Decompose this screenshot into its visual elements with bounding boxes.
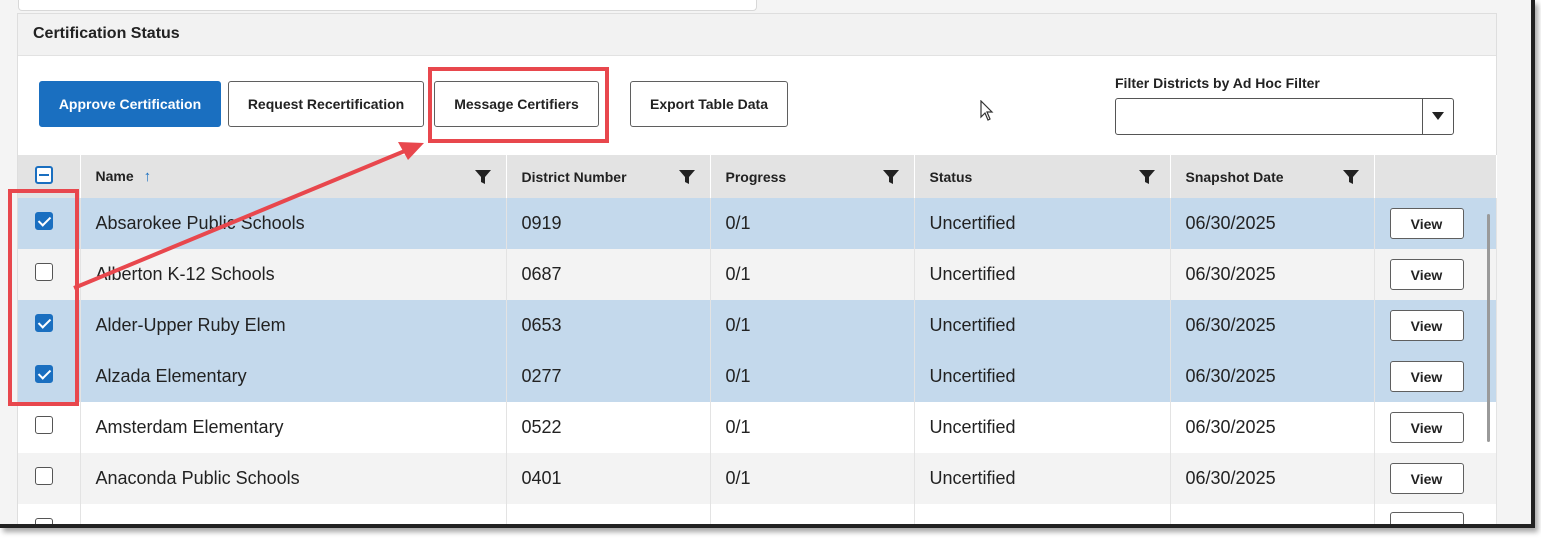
cell-progress: 0/1 [710, 249, 915, 300]
cell-progress: 0/1 [710, 198, 915, 249]
cell-snapshot-date: 06/30/2025 [1170, 453, 1375, 504]
approve-certification-button[interactable]: Approve Certification [39, 81, 221, 127]
column-header-label: Progress [725, 168, 787, 185]
cell-status [914, 504, 1171, 524]
cell-district-number [506, 504, 711, 524]
column-header-label: Status [929, 168, 973, 185]
cell-actions: View [1374, 300, 1497, 351]
cell-snapshot-date: 06/30/2025 [1170, 402, 1375, 453]
districts-table: Name ↑ District Number Progress Status S… [18, 155, 1497, 524]
table-scrollbar[interactable] [1487, 214, 1490, 442]
cell-district-number: 0401 [506, 453, 711, 504]
mouse-cursor-icon [980, 99, 994, 127]
cell-actions: View [1374, 249, 1497, 300]
cell-progress: 0/1 [710, 402, 915, 453]
table-row-partial [18, 504, 1497, 524]
cell-name: Alder-Upper Ruby Elem [80, 300, 507, 351]
row-checkbox[interactable] [35, 467, 53, 485]
row-checkbox[interactable] [35, 416, 53, 434]
cell-name: Alzada Elementary [80, 351, 507, 402]
table-row[interactable]: Alzada Elementary 0277 0/1 Uncertified 0… [18, 351, 1497, 402]
cell-district-number: 0522 [506, 402, 711, 453]
column-header-actions [1374, 155, 1497, 198]
top-field-edge [18, 0, 757, 11]
sort-ascending-icon[interactable]: ↑ [144, 168, 152, 185]
cell-snapshot-date: 06/30/2025 [1170, 300, 1375, 351]
view-button[interactable]: View [1389, 310, 1464, 341]
column-header-snapshot-date[interactable]: Snapshot Date [1170, 155, 1375, 198]
cell-district-number: 0919 [506, 198, 711, 249]
ad-hoc-filter-select[interactable] [1115, 98, 1454, 135]
chevron-down-icon[interactable] [1432, 112, 1444, 120]
cell-status: Uncertified [914, 300, 1171, 351]
cell-name: Absarokee Public Schools [80, 198, 507, 249]
cell-name [80, 504, 507, 524]
cell-status: Uncertified [914, 402, 1171, 453]
filter-funnel-icon[interactable] [1138, 168, 1156, 189]
view-button[interactable]: View [1389, 463, 1464, 494]
cell-progress [710, 504, 915, 524]
view-button[interactable]: View [1389, 259, 1464, 290]
view-button[interactable]: View [1389, 208, 1464, 239]
filter-funnel-icon[interactable] [882, 168, 900, 189]
select-all-checkbox[interactable] [35, 166, 53, 184]
cell-status: Uncertified [914, 351, 1171, 402]
cell-progress: 0/1 [710, 351, 915, 402]
row-select-cell [18, 453, 81, 504]
cell-actions: View [1374, 351, 1497, 402]
row-select-cell [18, 402, 81, 453]
message-certifiers-highlight [428, 67, 609, 143]
view-button[interactable] [1389, 511, 1464, 524]
cell-name: Anaconda Public Schools [80, 453, 507, 504]
cell-district-number: 0277 [506, 351, 711, 402]
row-select-cell [18, 504, 81, 524]
screenshot-frame: Certification Status Approve Certificati… [0, 0, 1535, 528]
cell-actions: View [1374, 453, 1497, 504]
column-header-progress[interactable]: Progress [710, 155, 915, 198]
column-header-district-number[interactable]: District Number [506, 155, 711, 198]
column-header-label: District Number [521, 168, 627, 185]
cell-progress: 0/1 [710, 300, 915, 351]
request-recertification-button[interactable]: Request Recertification [228, 81, 424, 127]
cell-district-number: 0687 [506, 249, 711, 300]
cell-name: Amsterdam Elementary [80, 402, 507, 453]
column-header-label: Snapshot Date [1185, 168, 1284, 185]
cell-actions: View [1374, 198, 1497, 249]
filter-funnel-icon[interactable] [678, 168, 696, 189]
row-checkbox[interactable] [35, 518, 53, 524]
cell-district-number: 0653 [506, 300, 711, 351]
cell-snapshot-date [1170, 504, 1375, 524]
cell-actions [1374, 504, 1497, 524]
table-row[interactable]: Amsterdam Elementary 0522 0/1 Uncertifie… [18, 402, 1497, 453]
cell-snapshot-date: 06/30/2025 [1170, 198, 1375, 249]
ad-hoc-filter-label: Filter Districts by Ad Hoc Filter [1115, 75, 1320, 91]
cell-actions: View [1374, 402, 1497, 453]
table-row[interactable]: Alberton K-12 Schools 0687 0/1 Uncertifi… [18, 249, 1497, 300]
cell-snapshot-date: 06/30/2025 [1170, 249, 1375, 300]
cell-progress: 0/1 [710, 453, 915, 504]
table-row[interactable]: Anaconda Public Schools 0401 0/1 Uncerti… [18, 453, 1497, 504]
export-table-data-button[interactable]: Export Table Data [630, 81, 788, 127]
filter-funnel-icon[interactable] [1342, 168, 1360, 189]
column-header-label: Name [95, 168, 134, 184]
cell-status: Uncertified [914, 453, 1171, 504]
cell-snapshot-date: 06/30/2025 [1170, 351, 1375, 402]
filter-funnel-icon[interactable] [474, 168, 492, 189]
table-header-row: Name ↑ District Number Progress Status S… [18, 155, 1497, 198]
certification-status-panel: Certification Status Approve Certificati… [17, 13, 1497, 524]
checkbox-column-highlight [8, 189, 79, 406]
select-divider [1422, 99, 1423, 134]
cell-status: Uncertified [914, 249, 1171, 300]
column-header-name[interactable]: Name ↑ [80, 155, 507, 198]
table-row[interactable]: Alder-Upper Ruby Elem 0653 0/1 Uncertifi… [18, 300, 1497, 351]
view-button[interactable]: View [1389, 412, 1464, 443]
table-row[interactable]: Absarokee Public Schools 0919 0/1 Uncert… [18, 198, 1497, 249]
cell-status: Uncertified [914, 198, 1171, 249]
column-header-status[interactable]: Status [914, 155, 1171, 198]
panel-header: Certification Status [18, 14, 1496, 56]
cell-name: Alberton K-12 Schools [80, 249, 507, 300]
panel-title: Certification Status [33, 25, 180, 42]
view-button[interactable]: View [1389, 361, 1464, 392]
